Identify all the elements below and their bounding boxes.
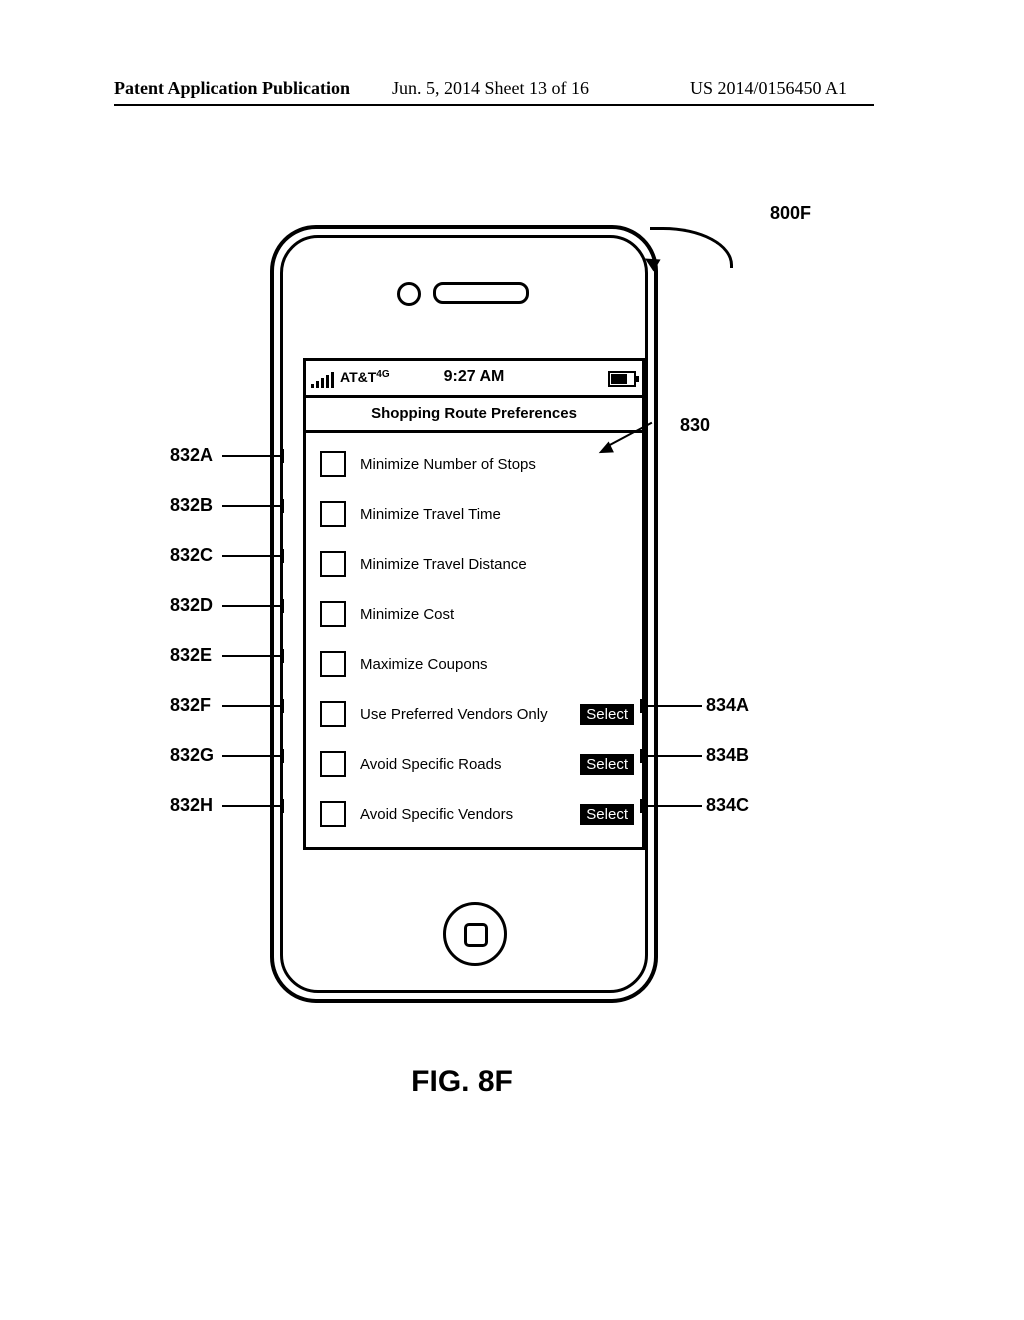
lead-tic (282, 549, 284, 563)
callout-arrow-830 (594, 428, 654, 430)
callout-832a: 832A (170, 445, 213, 466)
figure-caption: FIG. 8F (0, 1065, 924, 1099)
lead-line (222, 555, 282, 557)
lead-tic (282, 499, 284, 513)
checkbox[interactable] (320, 551, 346, 577)
speaker-slot (433, 282, 529, 304)
callout-832h: 832H (170, 795, 213, 816)
list-item: Avoid Specific Vendors Select (306, 789, 642, 839)
lead-line (222, 755, 282, 757)
row-label: Avoid Specific Roads (360, 756, 576, 773)
callout-832d: 832D (170, 595, 213, 616)
list-item: Minimize Cost (306, 589, 642, 639)
status-bar: AT&T4G 9:27 AM (306, 361, 642, 398)
clock-label: 9:27 AM (306, 368, 642, 386)
callout-832c: 832C (170, 545, 213, 566)
row-label: Maximize Coupons (360, 656, 634, 673)
row-label: Minimize Travel Distance (360, 556, 634, 573)
lead-tic (282, 449, 284, 463)
checkbox[interactable] (320, 501, 346, 527)
camera-icon (397, 282, 421, 306)
lead-line (222, 455, 282, 457)
lead-line (642, 805, 702, 807)
select-button[interactable]: Select (580, 704, 634, 725)
list-item: Minimize Travel Distance (306, 539, 642, 589)
row-label: Minimize Number of Stops (360, 456, 634, 473)
lead-line (642, 755, 702, 757)
row-label: Minimize Travel Time (360, 506, 634, 523)
callout-830: 830 (680, 415, 710, 436)
callout-834c: 834C (706, 795, 749, 816)
header-rule (114, 104, 874, 106)
lead-tic (640, 749, 642, 763)
checkbox[interactable] (320, 751, 346, 777)
checkbox[interactable] (320, 701, 346, 727)
lead-line (222, 655, 282, 657)
battery-icon (608, 371, 636, 387)
lead-tic (282, 599, 284, 613)
lead-line (222, 505, 282, 507)
list-item: Maximize Coupons (306, 639, 642, 689)
row-label: Minimize Cost (360, 606, 634, 623)
lead-tic (282, 649, 284, 663)
checkbox[interactable] (320, 601, 346, 627)
phone-outline: AT&T4G 9:27 AM Shopping Route Preference… (270, 225, 658, 1003)
callout-832g: 832G (170, 745, 214, 766)
callout-832b: 832B (170, 495, 213, 516)
header-center: Jun. 5, 2014 Sheet 13 of 16 (392, 78, 589, 99)
lead-tic (282, 699, 284, 713)
callout-832e: 832E (170, 645, 212, 666)
checkbox[interactable] (320, 651, 346, 677)
header-left: Patent Application Publication (114, 78, 350, 99)
callout-834b: 834B (706, 745, 749, 766)
lead-line (222, 805, 282, 807)
lead-tic (640, 799, 642, 813)
list-item: Use Preferred Vendors Only Select (306, 689, 642, 739)
select-button[interactable]: Select (580, 754, 634, 775)
callout-800f: 800F (770, 203, 811, 224)
phone-inner-outline: AT&T4G 9:27 AM Shopping Route Preference… (280, 235, 648, 993)
row-label: Avoid Specific Vendors (360, 806, 576, 823)
checkbox[interactable] (320, 451, 346, 477)
phone-screen: AT&T4G 9:27 AM Shopping Route Preference… (303, 358, 645, 850)
lead-line (222, 705, 282, 707)
list-item: Minimize Number of Stops (306, 439, 642, 489)
lead-tic (640, 699, 642, 713)
screen-title: Shopping Route Preferences (306, 398, 642, 433)
home-button[interactable] (443, 902, 507, 966)
lead-tic (282, 749, 284, 763)
lead-tic (282, 799, 284, 813)
callout-832f: 832F (170, 695, 211, 716)
checkbox[interactable] (320, 801, 346, 827)
header-right: US 2014/0156450 A1 (690, 78, 847, 99)
row-label: Use Preferred Vendors Only (360, 706, 576, 723)
preferences-list: Minimize Number of Stops Minimize Travel… (306, 433, 642, 847)
lead-line (222, 605, 282, 607)
select-button[interactable]: Select (580, 804, 634, 825)
lead-line (642, 705, 702, 707)
list-item: Minimize Travel Time (306, 489, 642, 539)
list-item: Avoid Specific Roads Select (306, 739, 642, 789)
callout-834a: 834A (706, 695, 749, 716)
